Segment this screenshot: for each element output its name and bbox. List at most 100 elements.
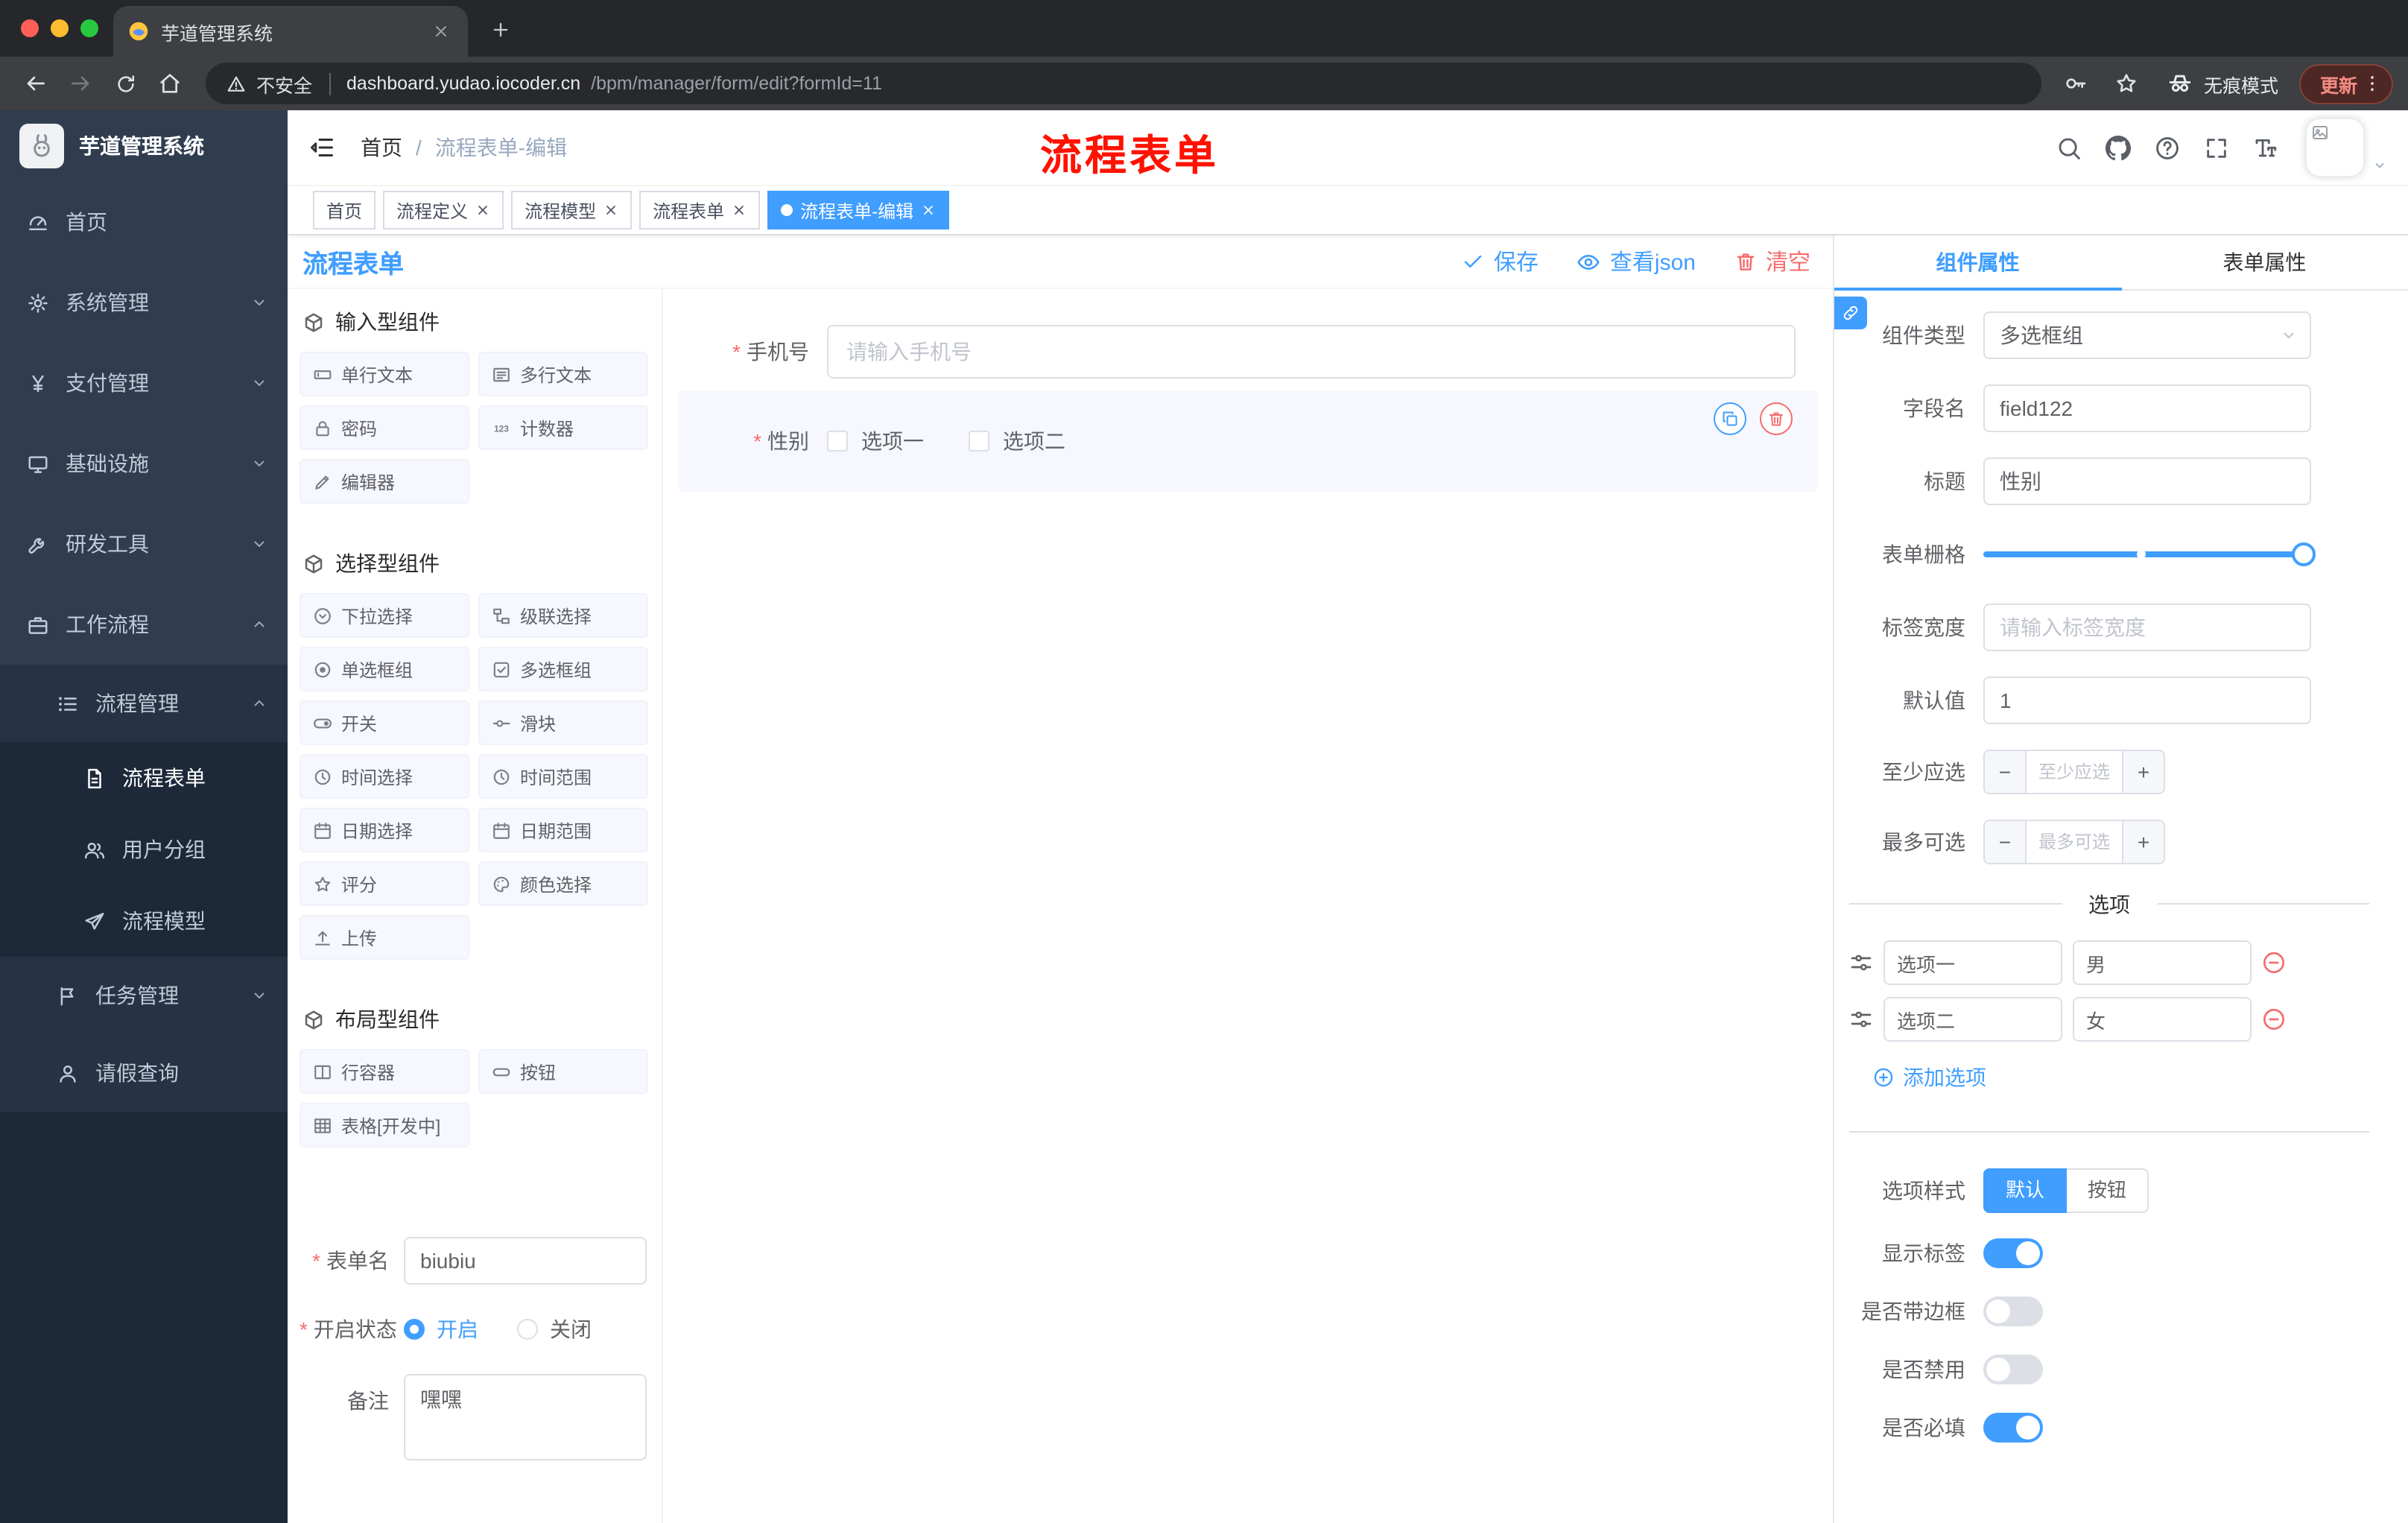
address-bar[interactable]: 不安全 dashboard.yudao.iocoder.cn/bpm/manag… bbox=[206, 63, 2041, 104]
min-count-input[interactable] bbox=[2027, 751, 2122, 793]
palette-item-table[interactable]: 表格[开发中] bbox=[300, 1103, 469, 1147]
palette-item-upload[interactable]: 上传 bbox=[300, 915, 469, 960]
field-name-input[interactable] bbox=[1983, 384, 2311, 432]
tag-process-form-edit[interactable]: 流程表单-编辑 bbox=[767, 191, 950, 229]
avatar[interactable] bbox=[2305, 118, 2365, 177]
sidebar-item-infrastructure[interactable]: 基础设施 bbox=[0, 423, 288, 504]
palette-item-password[interactable]: 密码 bbox=[300, 405, 469, 450]
sidebar-item-process-model[interactable]: 流程模型 bbox=[0, 885, 288, 957]
sidebar-item-leave-query[interactable]: 请假查询 bbox=[0, 1034, 288, 1112]
remove-option-button[interactable] bbox=[2262, 1007, 2286, 1031]
palette-item-color-picker[interactable]: 颜色选择 bbox=[478, 861, 648, 906]
palette-item-editor[interactable]: 编辑器 bbox=[300, 459, 469, 504]
border-toggle[interactable] bbox=[1983, 1296, 2043, 1326]
update-browser-button[interactable]: 更新 bbox=[2298, 63, 2393, 104]
close-tag-icon[interactable] bbox=[603, 203, 618, 218]
palette-item-time-picker[interactable]: 时间选择 bbox=[300, 754, 469, 799]
phone-field-row[interactable]: 手机号 bbox=[678, 325, 1818, 379]
required-toggle[interactable] bbox=[1983, 1413, 2043, 1443]
palette-item-counter[interactable]: 计数器 bbox=[478, 405, 648, 450]
gender-option-2[interactable]: 选项二 bbox=[969, 426, 1065, 456]
option-value-input[interactable] bbox=[2073, 940, 2252, 985]
palette-item-date-picker[interactable]: 日期选择 bbox=[300, 808, 469, 852]
tab-form-properties[interactable]: 表单属性 bbox=[2121, 235, 2408, 289]
minimize-window-button[interactable] bbox=[51, 19, 69, 37]
sidebar-item-payment-management[interactable]: 支付管理 bbox=[0, 343, 288, 423]
palette-item-single-line-text[interactable]: 单行文本 bbox=[300, 352, 469, 396]
add-option-button[interactable]: 添加选项 bbox=[1873, 1063, 2378, 1092]
show-label-toggle[interactable] bbox=[1983, 1238, 2043, 1268]
palette-item-slider[interactable]: 滑块 bbox=[478, 700, 648, 745]
close-tag-icon[interactable] bbox=[732, 203, 747, 218]
slider-track[interactable] bbox=[1983, 551, 2311, 557]
sidebar-item-user-group[interactable]: 用户分组 bbox=[0, 814, 288, 885]
tag-home[interactable]: 首页 bbox=[313, 191, 376, 229]
forward-button[interactable] bbox=[60, 63, 101, 104]
style-default-button[interactable]: 默认 bbox=[1983, 1168, 2068, 1213]
link-corner-button[interactable] bbox=[1834, 297, 1867, 329]
fullscreen-icon[interactable] bbox=[2204, 135, 2229, 160]
close-tag-icon[interactable] bbox=[921, 203, 936, 218]
status-radio-on[interactable]: 开启 bbox=[404, 1314, 478, 1344]
tag-process-model[interactable]: 流程模型 bbox=[511, 191, 633, 229]
palette-item-cascader[interactable]: 级联选择 bbox=[478, 593, 648, 638]
title-input[interactable] bbox=[1983, 457, 2311, 505]
close-tag-icon[interactable] bbox=[475, 203, 490, 218]
grid-slider[interactable] bbox=[1983, 531, 2316, 578]
checkbox-box[interactable] bbox=[969, 431, 989, 452]
sidebar-toggle-button[interactable] bbox=[308, 134, 335, 161]
option-name-input[interactable] bbox=[1883, 997, 2062, 1042]
slider-handle[interactable] bbox=[2292, 542, 2316, 566]
search-icon[interactable] bbox=[2056, 135, 2082, 160]
close-window-button[interactable] bbox=[21, 19, 39, 37]
palette-item-time-range[interactable]: 时间范围 bbox=[478, 754, 648, 799]
drag-handle-icon[interactable] bbox=[1849, 1007, 1873, 1031]
browser-tab[interactable]: 芋道管理系统 bbox=[113, 6, 468, 57]
font-size-icon[interactable] bbox=[2253, 135, 2278, 160]
increase-button[interactable] bbox=[2122, 751, 2164, 793]
option-name-input[interactable] bbox=[1883, 940, 2062, 985]
palette-item-rate[interactable]: 评分 bbox=[300, 861, 469, 906]
view-json-button[interactable]: 查看json bbox=[1577, 246, 1696, 277]
palette-item-select[interactable]: 下拉选择 bbox=[300, 593, 469, 638]
reload-button[interactable] bbox=[104, 63, 146, 104]
tag-process-definition[interactable]: 流程定义 bbox=[383, 191, 504, 229]
label-width-input[interactable] bbox=[1983, 604, 2311, 651]
delete-component-button[interactable] bbox=[1760, 402, 1793, 435]
gender-field-selected[interactable]: 性别 选项一 选项二 bbox=[678, 390, 1818, 492]
sidebar-item-system-management[interactable]: 系统管理 bbox=[0, 262, 288, 343]
new-tab-button[interactable] bbox=[480, 9, 522, 51]
bookmark-star-icon[interactable] bbox=[2107, 64, 2146, 103]
palette-item-button[interactable]: 按钮 bbox=[478, 1049, 648, 1094]
palette-item-multiline-text[interactable]: 多行文本 bbox=[478, 352, 648, 396]
palette-item-row-container[interactable]: 行容器 bbox=[300, 1049, 469, 1094]
password-key-icon[interactable] bbox=[2056, 64, 2095, 103]
form-canvas[interactable]: 手机号 性别 bbox=[663, 289, 1833, 1523]
github-icon[interactable] bbox=[2106, 135, 2131, 160]
palette-item-checkbox-group[interactable]: 多选框组 bbox=[478, 647, 648, 691]
max-count-input[interactable] bbox=[2027, 821, 2122, 863]
form-name-input[interactable] bbox=[404, 1237, 647, 1285]
copy-component-button[interactable] bbox=[1714, 402, 1746, 435]
sidebar-item-home[interactable]: 首页 bbox=[0, 182, 288, 262]
sidebar-item-process-form[interactable]: 流程表单 bbox=[0, 742, 288, 814]
status-radio-off[interactable]: 关闭 bbox=[517, 1314, 592, 1344]
tag-process-form[interactable]: 流程表单 bbox=[639, 191, 761, 229]
palette-item-radio-group[interactable]: 单选框组 bbox=[300, 647, 469, 691]
sidebar-item-process-management[interactable]: 流程管理 bbox=[0, 665, 288, 742]
breadcrumb-home[interactable]: 首页 bbox=[361, 133, 402, 162]
decrease-button[interactable] bbox=[1985, 751, 2027, 793]
sidebar-item-workflow[interactable]: 工作流程 bbox=[0, 584, 288, 665]
close-tab-icon[interactable] bbox=[429, 19, 453, 43]
save-button[interactable]: 保存 bbox=[1463, 246, 1539, 277]
default-value-input[interactable] bbox=[1983, 677, 2311, 724]
disabled-toggle[interactable] bbox=[1983, 1355, 2043, 1384]
sidebar-logo[interactable]: 芋道管理系统 bbox=[0, 110, 288, 182]
option-value-input[interactable] bbox=[2073, 997, 2252, 1042]
sidebar-item-task-management[interactable]: 任务管理 bbox=[0, 957, 288, 1034]
clear-button[interactable]: 清空 bbox=[1734, 246, 1810, 277]
drag-handle-icon[interactable] bbox=[1849, 951, 1873, 975]
security-label[interactable]: 不安全 bbox=[256, 69, 312, 98]
palette-item-date-range[interactable]: 日期范围 bbox=[478, 808, 648, 852]
checkbox-box[interactable] bbox=[827, 431, 848, 452]
